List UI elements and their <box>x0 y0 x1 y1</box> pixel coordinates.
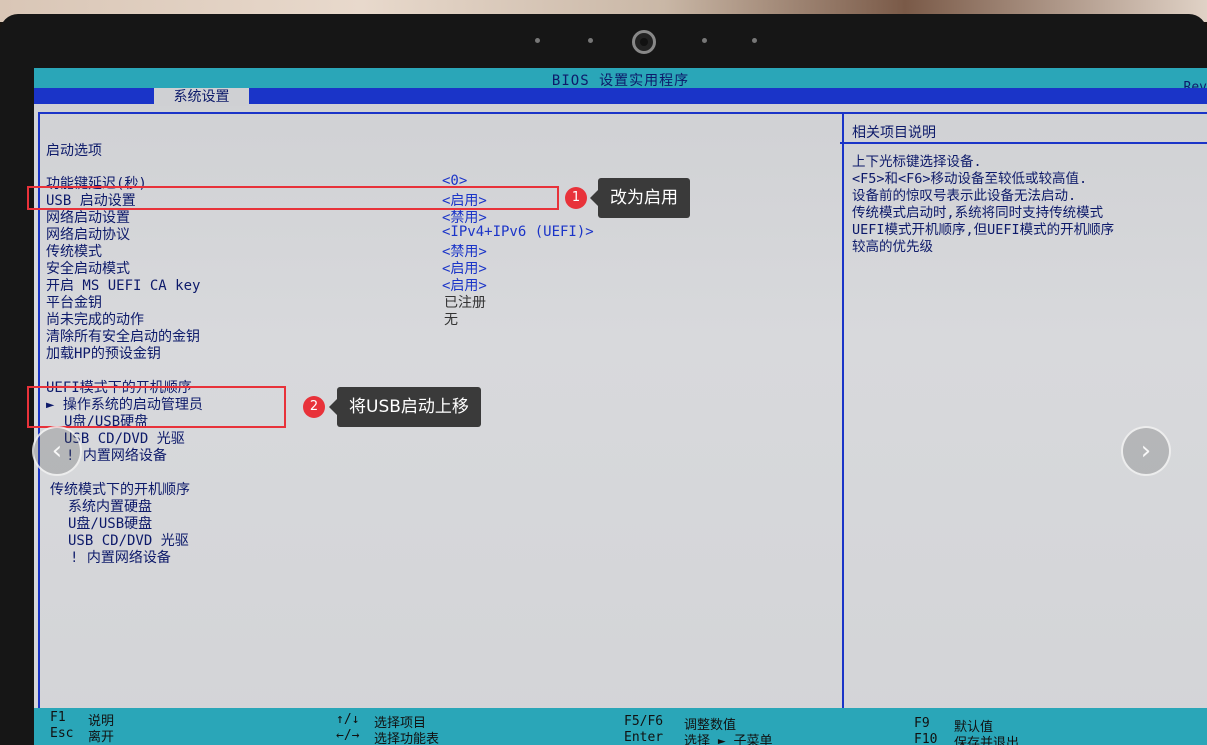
section-title-boot-options: 启动选项 <box>46 143 102 159</box>
highlight-uefi-order <box>27 386 286 428</box>
key-esc-label: 离开 <box>88 730 115 745</box>
legacy-boot-item[interactable]: ! 内置网络设备 <box>70 547 171 567</box>
key-leftright-label: 选择功能表 <box>374 732 440 745</box>
help-line: 传统模式启动时,系统将同时支持传统模式 <box>852 205 1104 221</box>
help-line: 较高的优先级 <box>852 239 933 255</box>
tooltip-step-1: 改为启用 <box>590 178 690 218</box>
highlight-usb-boot <box>27 186 559 210</box>
help-title: 相关项目说明 <box>852 125 936 141</box>
action-load-hp-keys[interactable]: 加载HP的预设金钥 <box>46 343 161 363</box>
help-pane: 相关项目说明 上下光标键选择设备. <F5>和<F6>移动设备至较低或较高值. … <box>840 112 1207 712</box>
key-f5f6: F5/F6 <box>624 714 664 729</box>
key-esc: Esc <box>50 726 74 741</box>
bios-title-bar: BIOS 设置实用程序 Rev <box>34 68 1207 95</box>
sensor-dot <box>702 38 707 43</box>
sensor-dot <box>535 38 540 43</box>
help-line: <F5>和<F6>移动设备至较低或较高值. <box>852 171 1088 187</box>
key-help-bar: F1 说明 Esc 离开 ↑/↓ 选择项目 ←/→ 选择功能表 F5/F6 调整… <box>34 708 1207 745</box>
value-network-protocol[interactable]: <IPv4+IPv6 (UEFI)> <box>442 224 594 240</box>
prev-image-button[interactable]: ‹ <box>32 426 82 476</box>
help-line: 上下光标键选择设备. <box>852 154 982 170</box>
key-enter: Enter <box>624 730 664 745</box>
key-f10: F10 <box>914 732 938 745</box>
webcam-icon <box>632 30 656 54</box>
sensor-dot <box>752 38 757 43</box>
key-f9: F9 <box>914 716 930 731</box>
tab-bar: 系统设置 <box>34 88 1207 106</box>
tooltip-step-2: 将USB启动上移 <box>329 387 481 427</box>
help-line: 设备前的惊叹号表示此设备无法启动. <box>852 188 1077 204</box>
sensor-dot <box>588 38 593 43</box>
key-f1: F1 <box>50 710 66 725</box>
help-header: 相关项目说明 <box>840 114 1207 144</box>
help-text: 上下光标键选择设备. <F5>和<F6>移动设备至较低或较高值. 设备前的惊叹号… <box>852 154 1114 256</box>
tab-system-settings[interactable]: 系统设置 <box>154 88 249 106</box>
key-f10-label: 保存并退出 <box>954 736 1020 745</box>
key-updown: ↑/↓ <box>336 712 360 727</box>
value-pending-action: 无 <box>444 312 458 328</box>
step-badge-2: 2 <box>303 396 325 418</box>
help-line: UEFI模式开机顺序,但UEFI模式的开机顺序 <box>852 222 1115 238</box>
key-enter-label: 选择 ► 子菜单 <box>684 734 773 745</box>
next-image-button[interactable]: › <box>1121 426 1171 476</box>
step-badge-1: 1 <box>565 187 587 209</box>
key-leftright: ←/→ <box>336 728 360 743</box>
bios-title: BIOS 设置实用程序 <box>551 73 690 89</box>
